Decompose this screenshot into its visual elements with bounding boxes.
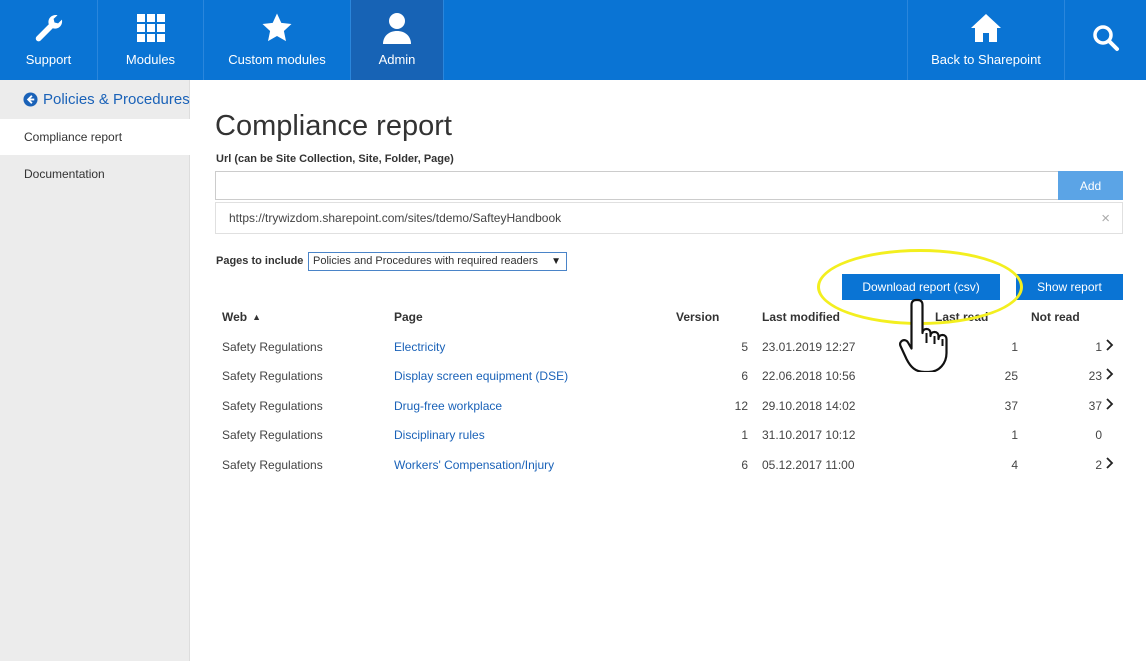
cell-web: Safety Regulations (222, 340, 323, 354)
cell-page-link[interactable]: Drug-free workplace (394, 399, 502, 413)
nav-label: Custom modules (228, 52, 326, 67)
cell-not-read: 1 (1095, 340, 1102, 354)
cell-version: 12 (734, 399, 748, 413)
nav-label: Modules (125, 52, 176, 67)
cell-page-link[interactable]: Electricity (394, 340, 445, 354)
url-entry: https://trywizdom.sharepoint.com/sites/t… (215, 202, 1123, 234)
sidebar-item-documentation[interactable]: Documentation (0, 156, 190, 192)
nav-custom-modules[interactable]: Custom modules (204, 0, 350, 80)
cell-web: Safety Regulations (222, 458, 323, 472)
sidebar-title: Policies & Procedures (43, 91, 190, 108)
download-report-button[interactable]: Download report (csv) (842, 274, 1000, 300)
sidebar-item-compliance-report[interactable]: Compliance report (0, 119, 190, 155)
dropdown-arrow-icon: ▼ (551, 256, 561, 267)
pages-to-include-label: Pages to include (216, 255, 304, 267)
add-button[interactable]: Add (1058, 171, 1123, 200)
chevron-right-icon[interactable] (1105, 397, 1115, 411)
cell-last-read: 25 (1004, 369, 1018, 383)
cell-version: 6 (741, 369, 748, 383)
cell-version: 5 (741, 340, 748, 354)
top-navigation: Support Modules Custom modules Admin Bac… (0, 0, 1146, 80)
cell-version: 6 (741, 458, 748, 472)
search-icon (1092, 25, 1119, 51)
show-report-button[interactable]: Show report (1016, 274, 1123, 300)
chevron-right-icon[interactable] (1105, 456, 1115, 470)
chevron-right-icon[interactable] (1105, 338, 1115, 352)
nav-admin[interactable]: Admin (351, 0, 443, 80)
pages-to-include-select[interactable]: Policies and Procedures with required re… (308, 252, 567, 271)
url-entry-text: https://trywizdom.sharepoint.com/sites/t… (229, 211, 562, 225)
cell-last-modified: 05.12.2017 11:00 (762, 458, 855, 472)
sidebar: Policies & Procedures Compliance report … (0, 80, 190, 661)
cell-last-read: 4 (1011, 458, 1018, 472)
pages-selected-value: Policies and Procedures with required re… (313, 255, 539, 267)
table-row: Safety Regulations Electricity 5 23.01.2… (216, 338, 1123, 369)
cell-last-read: 1 (1011, 428, 1018, 442)
table-row: Safety Regulations Workers' Compensation… (216, 456, 1123, 487)
cell-not-read: 2 (1095, 458, 1102, 472)
sidebar-item-label: Compliance report (24, 130, 123, 144)
column-header-version[interactable]: Version (676, 310, 719, 324)
nav-label: Admin (378, 52, 416, 67)
chevron-right-icon[interactable] (1105, 367, 1115, 381)
url-label: Url (can be Site Collection, Site, Folde… (216, 153, 454, 165)
cell-last-modified: 23.01.2019 12:27 (762, 340, 856, 354)
table-row: Safety Regulations Drug-free workplace 1… (216, 397, 1123, 428)
wrench-icon (35, 15, 62, 42)
nav-label: Back to Sharepoint (931, 52, 1041, 67)
url-input[interactable] (215, 171, 1059, 200)
cell-page-link[interactable]: Display screen equipment (DSE) (394, 369, 568, 383)
cell-page-link[interactable]: Disciplinary rules (394, 428, 485, 442)
sidebar-back-link[interactable]: Policies & Procedures (0, 80, 190, 119)
cell-web: Safety Regulations (222, 399, 323, 413)
search-button[interactable] (1065, 0, 1146, 80)
cell-not-read: 23 (1088, 369, 1102, 383)
nav-divider (443, 0, 444, 80)
cell-web: Safety Regulations (222, 369, 323, 383)
cell-last-read: 1 (1011, 340, 1018, 354)
home-icon (971, 14, 1001, 42)
column-header-web[interactable]: Web ▲ (222, 310, 261, 324)
column-header-label: Web (222, 310, 248, 324)
user-icon (383, 13, 411, 44)
grid-icon (136, 14, 165, 42)
back-arrow-icon (23, 92, 38, 107)
column-header-last-read[interactable]: Last read (935, 310, 988, 324)
cell-version: 1 (741, 428, 748, 442)
cell-last-read: 37 (1004, 399, 1018, 413)
cell-last-modified: 31.10.2017 10:12 (762, 428, 856, 442)
nav-back-to-sharepoint[interactable]: Back to Sharepoint (908, 0, 1064, 80)
table-row: Safety Regulations Disciplinary rules 1 … (216, 428, 1123, 457)
page-title: Compliance report (215, 110, 452, 142)
cell-not-read: 37 (1088, 399, 1102, 413)
cell-page-link[interactable]: Workers' Compensation/Injury (394, 458, 554, 472)
column-header-not-read[interactable]: Not read (1031, 310, 1080, 324)
sidebar-item-label: Documentation (24, 167, 105, 181)
table-row: Safety Regulations Display screen equipm… (216, 367, 1123, 398)
sort-ascending-icon: ▲ (252, 312, 262, 322)
nav-modules[interactable]: Modules (98, 0, 203, 80)
nav-label: Support (25, 52, 72, 67)
cell-web: Safety Regulations (222, 428, 323, 442)
close-icon[interactable]: × (1101, 210, 1110, 227)
cell-last-modified: 29.10.2018 14:02 (762, 399, 856, 413)
cell-not-read: 0 (1095, 428, 1102, 442)
column-header-last-modified[interactable]: Last modified (762, 310, 840, 324)
star-icon (262, 13, 292, 42)
nav-support[interactable]: Support (0, 0, 97, 80)
cell-last-modified: 22.06.2018 10:56 (762, 369, 856, 383)
column-header-page[interactable]: Page (394, 310, 423, 324)
